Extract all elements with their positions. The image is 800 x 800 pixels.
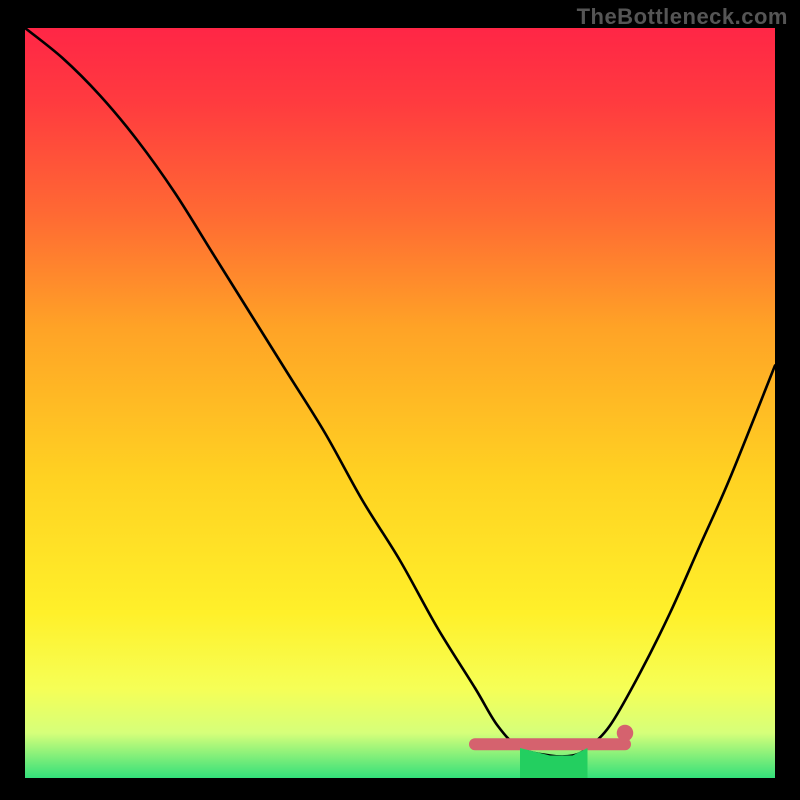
secondary-marker-dot (617, 725, 634, 742)
marker-layer (25, 28, 775, 778)
chart-frame: TheBottleneck.com (0, 0, 800, 800)
plot-area (25, 28, 775, 778)
watermark-text: TheBottleneck.com (577, 4, 788, 30)
